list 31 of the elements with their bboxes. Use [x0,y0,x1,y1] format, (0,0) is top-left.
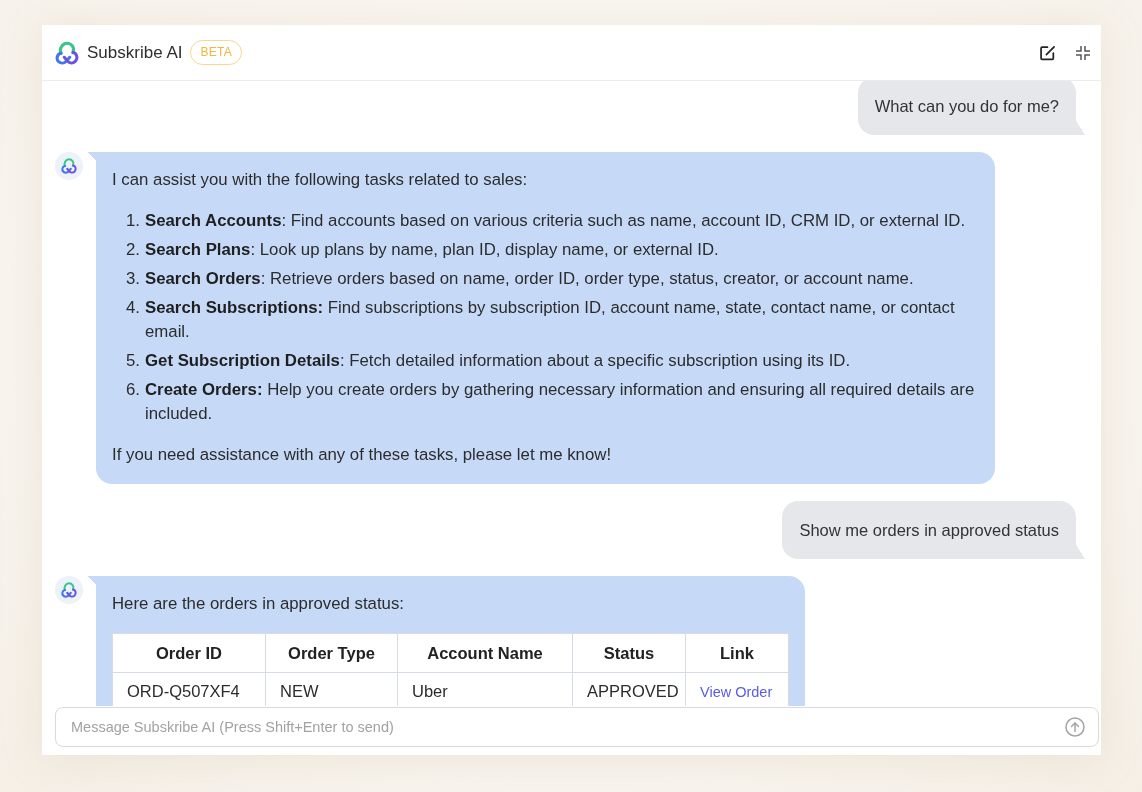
table-header-cell: Order Type [265,633,398,673]
list-number: 1. [125,210,141,232]
list-item-text: Search Plans: Look up plans by name, plan ID, display name, or external ID. [145,239,719,261]
message-input[interactable]: Message Subskribe AI (Press Shift+Enter to send) [55,707,1099,747]
list-item-text: Get Subscription Details: Fetch detailed information about a specific subscription using its ID. [145,350,851,372]
user-message: Show me orders in approved status [782,501,1085,559]
list-number: 2. [125,239,141,261]
message-text: Here are the orders in approved status: [112,593,405,615]
list-item-text: Search Orders: Retrieve orders based on name, order ID, order type, status, creator, or account name. [145,268,914,290]
app-title: Subskribe AI [87,42,183,63]
list-number: 6. [125,379,141,401]
bot-avatar-icon [55,152,83,180]
list-item-text: Create Orders: Help you create orders by gathering necessary information and ensuring all required details are included. [145,379,976,425]
collapse-icon[interactable] [1075,44,1091,61]
list-item-text: Search Subscriptions: Find subscriptions by subscription ID, account name, state, contact name, or contact email. [145,297,956,343]
list-number: 5. [125,350,141,372]
send-icon[interactable] [1065,717,1085,737]
table-header-cell: Account Name [397,633,573,673]
table-header-cell: Status [572,633,686,673]
edit-icon[interactable] [1040,44,1056,61]
message-text: I can assist you with the following tasks related to sales: [112,169,529,191]
table-header-cell: Order ID [112,633,266,673]
user-message: What can you do for me? [857,81,1085,135]
view-order-link[interactable]: View Order [700,683,773,700]
logo-icon [55,40,79,65]
list-number: 4. [125,297,141,319]
list-number: 3. [125,268,141,290]
table-header-cell: Link [685,633,789,673]
bot-avatar-icon [55,576,83,604]
list-item-text: Search Accounts: Find accounts based on various criteria such as name, account ID, CRM ID, or external ID. [145,210,966,232]
message-text: If you need assistance with any of these tasks, please let me know! [112,444,613,466]
